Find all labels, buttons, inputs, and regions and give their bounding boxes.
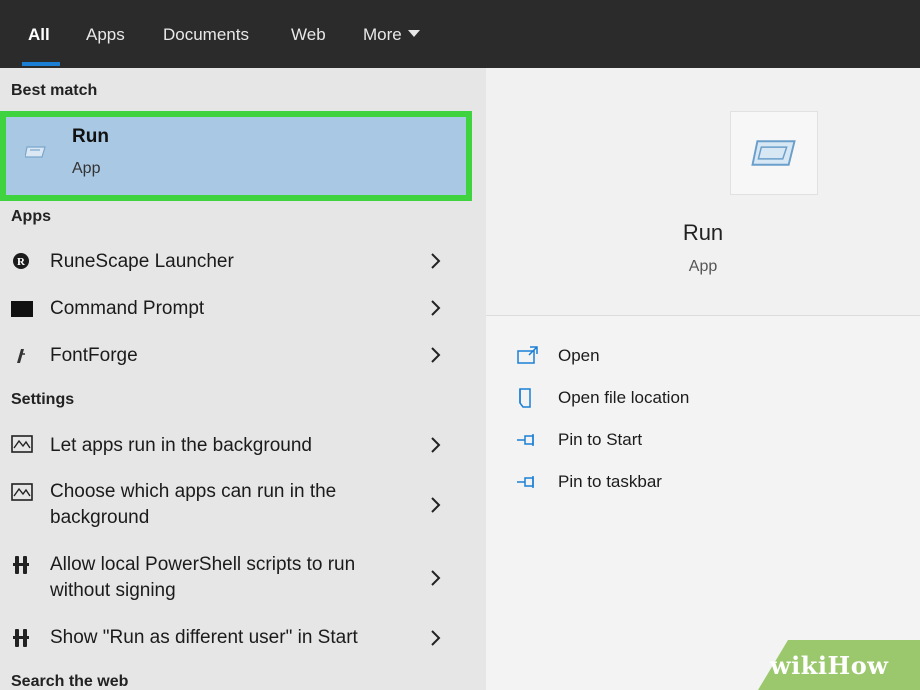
tab-more[interactable]: More [363, 22, 420, 48]
chevron-right-icon[interactable] [428, 629, 442, 647]
tab-apps[interactable]: Apps [86, 22, 125, 48]
pin-icon [517, 476, 534, 488]
list-item-label: FontForge [50, 345, 138, 366]
detail-pane: Run App Open Open file location Pin to S… [486, 68, 920, 690]
tab-more-label: More [363, 25, 402, 44]
action-pin-to-start[interactable]: Pin to Start [516, 428, 716, 456]
list-item-fontforge[interactable]: FontForge [0, 340, 484, 372]
section-best-match: Best match [11, 82, 98, 99]
detail-app-type: App [688, 258, 718, 275]
list-item-label: Allow local PowerShell scripts to run wi… [50, 554, 356, 601]
watermark-text: wikiHow [770, 651, 889, 680]
command-prompt-icon [11, 301, 33, 317]
run-app-icon [751, 140, 796, 166]
chevron-right-icon[interactable] [428, 496, 442, 514]
open-icon [517, 346, 538, 364]
list-item-setting-background[interactable]: Let apps run in the background [0, 430, 484, 462]
best-match-run[interactable]: Run App [0, 111, 472, 201]
tab-documents[interactable]: Documents [163, 22, 249, 48]
results-list: Best match Run App Apps R RuneScape Laun… [0, 68, 484, 690]
action-label: Open [558, 346, 600, 365]
chevron-right-icon[interactable] [428, 299, 442, 317]
chevron-right-icon[interactable] [428, 569, 442, 587]
tools-icon [13, 556, 29, 574]
list-item-runescape[interactable]: R RuneScape Launcher [0, 246, 484, 278]
fontforge-icon [17, 349, 25, 363]
detail-header: Run App [486, 68, 920, 316]
caret-down-icon [407, 30, 420, 38]
list-item-label: RuneScape Launcher [50, 251, 234, 272]
action-label: Pin to Start [558, 430, 643, 449]
app-tile [730, 111, 818, 195]
action-open[interactable]: Open [516, 344, 716, 372]
list-item-label: Choose which apps can run in the backgro… [50, 481, 337, 528]
list-item-label: Command Prompt [50, 298, 205, 319]
run-app-icon [25, 146, 46, 158]
best-match-title: Run [72, 126, 109, 147]
detail-app-name: Run [682, 220, 724, 245]
action-open-file-location[interactable]: Open file location [516, 386, 756, 414]
best-match-subtitle: App [72, 160, 101, 177]
monitor-chart-icon [11, 435, 33, 453]
chevron-right-icon[interactable] [428, 436, 442, 454]
tools-icon [13, 629, 29, 647]
list-item-setting-choose-apps[interactable]: Choose which apps can run in the backgro… [0, 478, 484, 534]
action-label: Open file location [558, 388, 690, 407]
tab-web[interactable]: Web [291, 22, 326, 48]
section-search-web: Search the web [11, 673, 129, 690]
monitor-chart-icon [11, 483, 33, 501]
list-item-setting-run-as-user[interactable]: Show "Run as different user" in Start [0, 624, 484, 656]
pin-icon [517, 434, 534, 446]
runescape-icon: R [13, 253, 29, 269]
list-item-label: Show "Run as different user" in Start [50, 627, 358, 648]
tab-all[interactable]: All [28, 22, 50, 48]
action-label: Pin to taskbar [558, 472, 662, 491]
action-pin-to-taskbar[interactable]: Pin to taskbar [516, 470, 736, 498]
chevron-right-icon[interactable] [428, 346, 442, 364]
list-item-command-prompt[interactable]: Command Prompt [0, 293, 484, 325]
search-filter-bar: All Apps Documents Web More [0, 0, 920, 68]
active-tab-indicator [22, 62, 60, 66]
section-settings: Settings [11, 391, 75, 408]
list-item-label: Let apps run in the background [50, 435, 312, 456]
svg-text:R: R [17, 256, 26, 268]
section-apps: Apps [11, 208, 51, 225]
folder-icon [519, 388, 531, 408]
list-item-setting-powershell[interactable]: Allow local PowerShell scripts to run wi… [0, 551, 484, 607]
